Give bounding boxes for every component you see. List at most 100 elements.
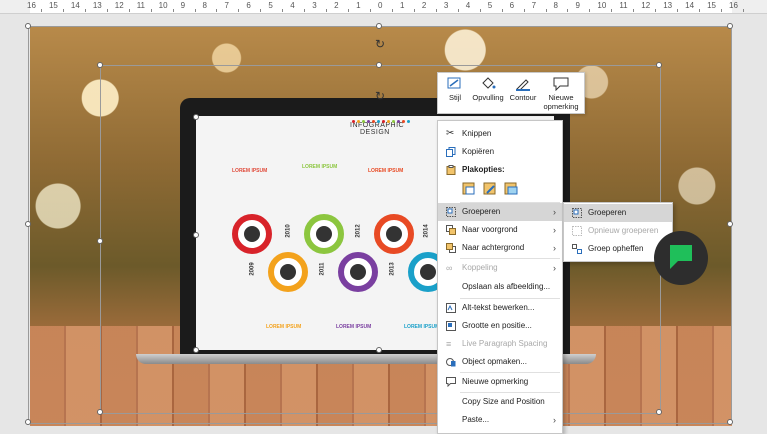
chevron-right-icon: › — [553, 415, 556, 425]
resize-handle[interactable] — [25, 419, 31, 425]
resize-handle[interactable] — [97, 409, 103, 415]
resize-handle[interactable] — [656, 62, 662, 68]
ruler-number: 9 — [575, 1, 580, 10]
resize-handle[interactable] — [193, 114, 199, 120]
menu-item-new-comment[interactable]: Nieuwe opmerking — [438, 373, 562, 391]
resize-handle[interactable] — [376, 62, 382, 68]
send-backward-icon — [446, 243, 456, 253]
group-icon — [572, 208, 582, 218]
ruler-number: 5 — [268, 1, 273, 10]
style-icon — [447, 77, 461, 89]
resize-handle[interactable] — [97, 62, 103, 68]
ruler-tick — [435, 9, 437, 12]
menu-item-copy-size-position[interactable]: Copy Size and Position — [438, 393, 562, 411]
chevron-right-icon: › — [553, 207, 556, 217]
menu-label: Kopiëren — [462, 147, 495, 156]
ruler-tick — [501, 9, 503, 12]
new-comment-button[interactable]: Nieuwe opmerking — [541, 75, 581, 111]
ruler-number: 1 — [356, 1, 361, 10]
ruler-tick — [128, 9, 130, 12]
ruler-number: 9 — [180, 1, 186, 10]
resize-handle[interactable] — [25, 23, 31, 29]
rotate-handle-icon[interactable]: ↻ — [374, 38, 386, 50]
ruler-tick — [326, 9, 328, 12]
ruler-tick — [545, 9, 547, 12]
floating-assistant-badge[interactable] — [654, 231, 708, 285]
ruler-number: 16 — [729, 1, 738, 10]
ruler-number: 15 — [48, 1, 58, 10]
menu-item-format-object[interactable]: Object opmaken... — [438, 353, 562, 371]
menu-item-cut[interactable]: ✂ Knippen — [438, 125, 562, 143]
menu-label: Plakopties: — [462, 165, 505, 174]
menu-item-size-position[interactable]: Grootte en positie... — [438, 317, 562, 335]
chevron-right-icon: › — [553, 225, 556, 235]
ruler-tick — [304, 9, 306, 12]
clipboard-icon — [446, 165, 456, 175]
regroup-icon — [572, 226, 582, 236]
group-icon — [446, 207, 456, 217]
ruler-number: 15 — [707, 1, 716, 10]
submenu-item-group[interactable]: Groeperen — [564, 204, 672, 222]
ruler-number: 3 — [443, 1, 449, 10]
paste-options-row — [462, 181, 518, 199]
horizontal-ruler[interactable]: 16 15 14 13 12 11 10 9 8 7 6 5 4 3 2 1 0 1 2 3 4 5 6 7 8 9 10 11 12 1… — [0, 0, 767, 14]
rotate-handle-icon[interactable]: ↻ — [374, 90, 386, 102]
ruler-tick — [260, 9, 262, 12]
paste-as-picture-icon[interactable] — [504, 181, 518, 195]
bring-forward-icon — [446, 225, 456, 235]
ruler-number: 7 — [224, 1, 229, 10]
resize-handle[interactable] — [376, 23, 382, 29]
menu-item-live-paragraph-spacing[interactable]: ≡ Live Paragraph Spacing — [438, 335, 562, 353]
link-icon: ∞ — [446, 263, 453, 273]
fill-label: Opvulling — [472, 93, 504, 102]
pen-outline-icon — [516, 79, 530, 91]
menu-item-copy[interactable]: Kopiëren — [438, 143, 562, 161]
menu-item-paste[interactable]: Paste... › — [438, 411, 562, 429]
outline-button[interactable]: Contour — [507, 75, 539, 111]
ruler-number: 11 — [619, 1, 628, 10]
outline-label: Contour — [509, 93, 537, 102]
menu-item-link[interactable]: ∞ Koppeling › — [438, 259, 562, 277]
menu-label: Alt-tekst bewerken... — [462, 303, 535, 312]
paste-keep-formatting-icon[interactable] — [462, 181, 476, 195]
resize-handle[interactable] — [727, 221, 733, 227]
menu-item-send-backward[interactable]: Naar achtergrond › — [438, 239, 562, 257]
ruler-tick — [391, 9, 393, 12]
ruler-tick — [457, 9, 459, 12]
menu-item-edit-alt-text[interactable]: Alt-tekst bewerken... — [438, 299, 562, 317]
comment-icon — [553, 77, 569, 91]
resize-handle[interactable] — [376, 347, 382, 353]
resize-handle[interactable] — [656, 409, 662, 415]
ruler-number: 2 — [334, 1, 339, 10]
chevron-right-icon: › — [553, 263, 556, 273]
paste-picture-pen-icon[interactable] — [483, 181, 497, 195]
ruler-tick — [742, 9, 744, 12]
chat-bubble-icon — [670, 245, 692, 269]
resize-handle[interactable] — [727, 23, 733, 29]
resize-handle[interactable] — [727, 419, 733, 425]
menu-label: Paste... — [462, 415, 490, 424]
ruler-number: 12 — [641, 1, 651, 10]
fill-button[interactable]: Opvulling — [470, 75, 506, 111]
resize-handle[interactable] — [193, 347, 199, 353]
style-button[interactable]: Stijl — [441, 75, 469, 111]
ruler-tick — [172, 9, 174, 12]
ruler-number: 4 — [465, 1, 471, 10]
menu-item-group[interactable]: Groeperen › — [438, 203, 562, 221]
ruler-tick — [677, 9, 679, 12]
ruler-tick — [40, 9, 42, 12]
ruler-tick — [84, 9, 86, 12]
format-shape-icon — [446, 358, 456, 367]
ruler-number: 13 — [92, 1, 102, 10]
resize-handle[interactable] — [97, 238, 103, 244]
ruler-number: 3 — [312, 1, 317, 10]
ruler-tick — [62, 9, 64, 12]
ruler-number: 10 — [158, 1, 168, 10]
menu-item-save-as-picture[interactable]: Opslaan als afbeelding... — [438, 278, 562, 296]
menu-item-bring-forward[interactable]: Naar voorgrond › — [438, 221, 562, 239]
submenu-item-regroup[interactable]: Opnieuw groeperen — [564, 222, 672, 240]
resize-handle[interactable] — [25, 221, 31, 227]
resize-handle[interactable] — [193, 232, 199, 238]
ruler-track: 16 15 14 13 12 11 10 9 8 7 6 5 4 3 2 1 0 1 2 3 4 5 6 7 8 9 10 11 12 1… — [27, 0, 744, 13]
ruler-tick — [194, 9, 196, 12]
